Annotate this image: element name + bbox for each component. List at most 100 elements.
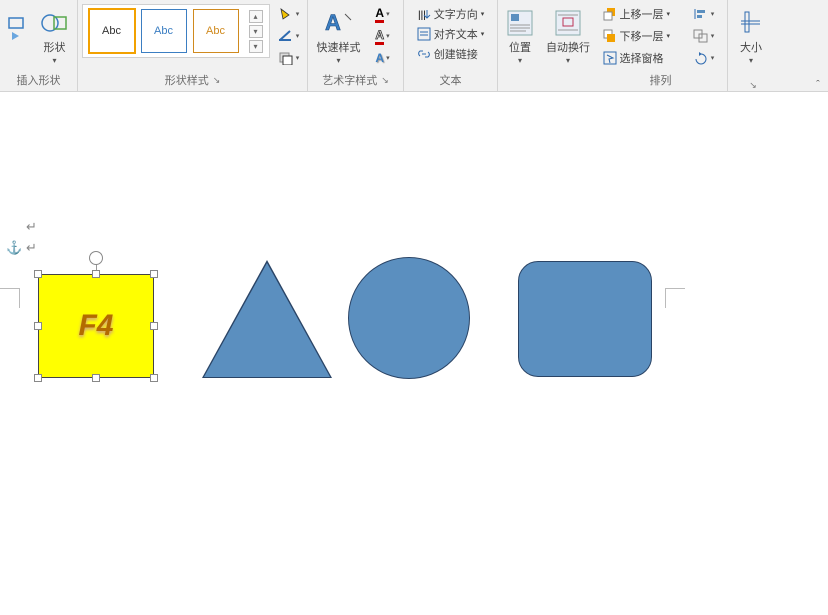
resize-handle[interactable] — [92, 270, 100, 278]
bring-forward-icon — [603, 7, 617, 21]
wordart-icon: A — [323, 6, 355, 40]
align-text-label: 对齐文本 — [434, 26, 478, 42]
shapes-icon — [40, 6, 70, 40]
align-text-icon — [417, 27, 431, 41]
fill-icon — [278, 7, 294, 21]
caret-icon: ▾ — [52, 56, 56, 65]
gallery-item[interactable]: Abc — [141, 9, 187, 53]
ribbon: 形状 ▾ 插入形状 Abc Abc Abc ▴ ▾ ▾ — [0, 0, 828, 92]
resize-handle[interactable] — [150, 270, 158, 278]
text-effects-button[interactable]: A ▾ — [368, 48, 398, 68]
resize-handle[interactable] — [34, 374, 42, 382]
caret-icon: ▾ — [667, 32, 671, 40]
caret-icon: ▾ — [711, 32, 715, 40]
caret-icon: ▾ — [386, 32, 390, 40]
rotate-icon — [693, 51, 709, 65]
align-button[interactable]: ▾ — [689, 4, 719, 24]
shapes-button[interactable]: 形状 ▾ — [35, 4, 75, 65]
paragraph-mark-icon: ↵ — [26, 240, 37, 256]
caret-icon: ▾ — [481, 30, 485, 38]
shape-rectangle-selected[interactable]: F4 — [38, 274, 154, 378]
dialog-launcher-icon[interactable]: ↘ — [381, 75, 389, 86]
text-direction-label: 文字方向 — [434, 6, 478, 22]
group-label: 插入形状 — [17, 69, 61, 91]
shape-style-gallery[interactable]: Abc Abc Abc ▴ ▾ ▾ — [82, 4, 270, 58]
anchor-icon: ⚓ — [6, 240, 22, 256]
caret-icon: ▾ — [711, 54, 715, 62]
rotate-button[interactable]: ▾ — [689, 48, 719, 68]
gallery-up-icon[interactable]: ▴ — [249, 10, 263, 23]
resize-handle[interactable] — [34, 270, 42, 278]
gallery-item[interactable]: Abc — [193, 9, 239, 53]
resize-handle[interactable] — [92, 374, 100, 382]
group-wordart-styles: A 快速样式 ▾ A ▾ A ▾ A ▾ 艺术字 — [308, 0, 404, 91]
wrap-label: 自动换行 — [546, 42, 590, 54]
dialog-launcher-icon[interactable]: ↘ — [749, 80, 757, 91]
position-icon — [506, 6, 534, 40]
caret-icon: ▾ — [749, 56, 753, 65]
group-text: ||| 文字方向▾ 对齐文本▾ 创建链接 文本 — [404, 0, 498, 91]
selection-pane-icon — [603, 51, 617, 65]
resize-handle[interactable] — [150, 322, 158, 330]
quick-styles-label: 快速样式 — [317, 42, 361, 54]
text-effects-icon: A — [375, 51, 384, 65]
group-label: 形状样式 — [165, 69, 209, 91]
resize-handle[interactable] — [34, 322, 42, 330]
text-fill-icon: A — [375, 6, 384, 23]
wrap-text-button[interactable]: 自动换行 ▾ — [544, 4, 592, 65]
text-fill-button[interactable]: A ▾ — [368, 4, 398, 24]
gallery-more-icon[interactable]: ▾ — [249, 40, 263, 53]
shape-text: F4 — [78, 309, 113, 343]
resize-handle[interactable] — [150, 374, 158, 382]
page-margin-corner — [0, 288, 20, 308]
effects-icon — [278, 51, 294, 65]
gallery-item[interactable]: Abc — [89, 9, 135, 53]
dialog-launcher-icon[interactable]: ↘ — [213, 75, 221, 86]
create-link-button[interactable]: 创建链接 — [415, 44, 480, 64]
caret-icon: ▾ — [566, 56, 570, 65]
group-insert-shapes: 形状 ▾ 插入形状 — [0, 0, 78, 91]
size-label: 大小 — [740, 42, 762, 54]
send-backward-button[interactable]: 下移一层▾ — [601, 26, 685, 46]
group-arrange: 上移一层▾ 下移一层▾ 选择窗格 ▾ ▾ — [594, 0, 728, 91]
text-outline-button[interactable]: A ▾ — [368, 26, 398, 46]
group-label: 排列 — [650, 69, 672, 91]
caret-icon: ▾ — [667, 10, 671, 18]
group-position: 位置 ▾ . — [498, 0, 542, 91]
bring-forward-button[interactable]: 上移一层▾ — [601, 4, 685, 24]
gallery-down-icon[interactable]: ▾ — [249, 25, 263, 38]
rotation-handle[interactable] — [89, 251, 103, 265]
selection-pane-label: 选择窗格 — [620, 50, 664, 66]
group-icon — [693, 29, 709, 43]
selection-pane-button[interactable]: 选择窗格 — [601, 48, 685, 68]
group-objects-button[interactable]: ▾ — [689, 26, 719, 46]
wordart-tools: A ▾ A ▾ A ▾ — [368, 4, 398, 68]
caret-icon: ▾ — [296, 54, 300, 62]
shape-style-tools: ▾ ▾ ▾ — [274, 4, 304, 68]
shape-circle[interactable] — [348, 257, 470, 379]
shape-fill-button[interactable]: ▾ — [274, 4, 304, 24]
group-wrap: 自动换行 ▾ . — [542, 0, 594, 91]
send-backward-label: 下移一层 — [620, 28, 664, 44]
edit-shape-button[interactable] — [3, 4, 31, 48]
shape-effects-button[interactable]: ▾ — [274, 48, 304, 68]
align-icon — [693, 7, 709, 21]
align-text-button[interactable]: 对齐文本▾ — [415, 24, 487, 44]
size-button[interactable]: 大小 ▾ — [731, 4, 771, 65]
shapes-label: 形状 — [44, 42, 66, 54]
outline-icon — [278, 29, 294, 43]
shape-outline-button[interactable]: ▾ — [274, 26, 304, 46]
document-canvas[interactable]: ↵ ⚓ ↵ F4 — [0, 98, 828, 615]
position-button[interactable]: 位置 ▾ — [500, 4, 540, 65]
text-direction-button[interactable]: ||| 文字方向▾ — [415, 4, 487, 24]
group-shape-styles: Abc Abc Abc ▴ ▾ ▾ ▾ ▾ — [78, 0, 308, 91]
collapse-ribbon-icon[interactable]: ˆ — [811, 78, 825, 92]
edit-shape-icon — [7, 8, 27, 48]
caret-icon: ▾ — [481, 10, 485, 18]
shape-rounded-rectangle[interactable] — [518, 261, 652, 377]
caret-icon: ▾ — [386, 54, 390, 62]
quick-styles-button[interactable]: A 快速样式 ▾ — [314, 4, 364, 65]
svg-text:A: A — [325, 10, 341, 35]
text-outline-icon: A — [375, 28, 384, 45]
caret-icon: ▾ — [711, 10, 715, 18]
